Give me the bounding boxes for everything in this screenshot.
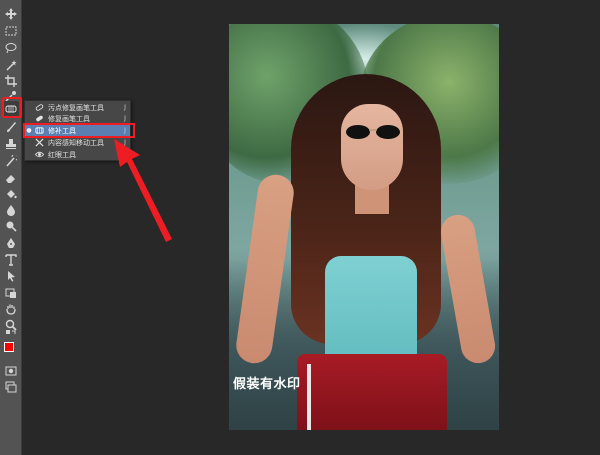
pen-icon[interactable] bbox=[3, 235, 19, 251]
shortcut-key: J bbox=[124, 115, 126, 122]
subject-face bbox=[341, 104, 403, 190]
annotation-arrow bbox=[114, 139, 172, 242]
quick-mask-icon[interactable] bbox=[3, 363, 19, 379]
menu-item-label: 内容感知移动工具 bbox=[48, 138, 104, 147]
type-icon[interactable] bbox=[3, 252, 19, 268]
eraser-icon[interactable] bbox=[3, 170, 19, 186]
blur-icon[interactable] bbox=[3, 202, 19, 218]
paint-bucket-icon[interactable] bbox=[3, 186, 19, 202]
swap-colors-icon[interactable] bbox=[3, 330, 19, 340]
hand-icon[interactable] bbox=[3, 301, 19, 317]
menu-item-label: 修复画笔工具 bbox=[48, 114, 90, 123]
magic-wand-icon[interactable] bbox=[3, 57, 19, 73]
watermark-text: 假装有水印 bbox=[233, 377, 301, 392]
menu-item-label: 污点修复画笔工具 bbox=[48, 103, 104, 112]
history-brush-icon[interactable] bbox=[3, 153, 19, 169]
subject-pants bbox=[297, 354, 447, 430]
move-icon[interactable] bbox=[3, 6, 19, 22]
path-select-icon[interactable] bbox=[3, 268, 19, 284]
shortcut-key: J bbox=[124, 104, 126, 111]
subject-top bbox=[325, 256, 417, 364]
stamp-icon[interactable] bbox=[3, 136, 19, 152]
brush-icon[interactable] bbox=[3, 119, 19, 135]
shape-icon[interactable] bbox=[3, 285, 19, 301]
red-eye-icon bbox=[33, 150, 45, 160]
content-aware-move-icon bbox=[33, 138, 45, 148]
spot-healing-brush-icon bbox=[33, 103, 45, 113]
menu-item-spot-healing-brush[interactable]: 污点修复画笔工具 J bbox=[25, 102, 130, 113]
sunglasses bbox=[346, 125, 400, 139]
dodge-icon[interactable] bbox=[3, 218, 19, 234]
lasso-icon[interactable] bbox=[3, 40, 19, 56]
crop-icon[interactable] bbox=[3, 73, 19, 89]
tools-panel bbox=[0, 0, 22, 455]
marquee-icon[interactable] bbox=[3, 23, 19, 39]
screen-mode-icon[interactable] bbox=[3, 379, 19, 395]
healing-brush-icon bbox=[33, 114, 45, 124]
highlight-box-tool bbox=[2, 97, 22, 118]
menu-item-label: 红眼工具 bbox=[48, 150, 76, 159]
foreground-color-swatch[interactable] bbox=[4, 342, 14, 352]
document-image[interactable] bbox=[229, 24, 499, 430]
